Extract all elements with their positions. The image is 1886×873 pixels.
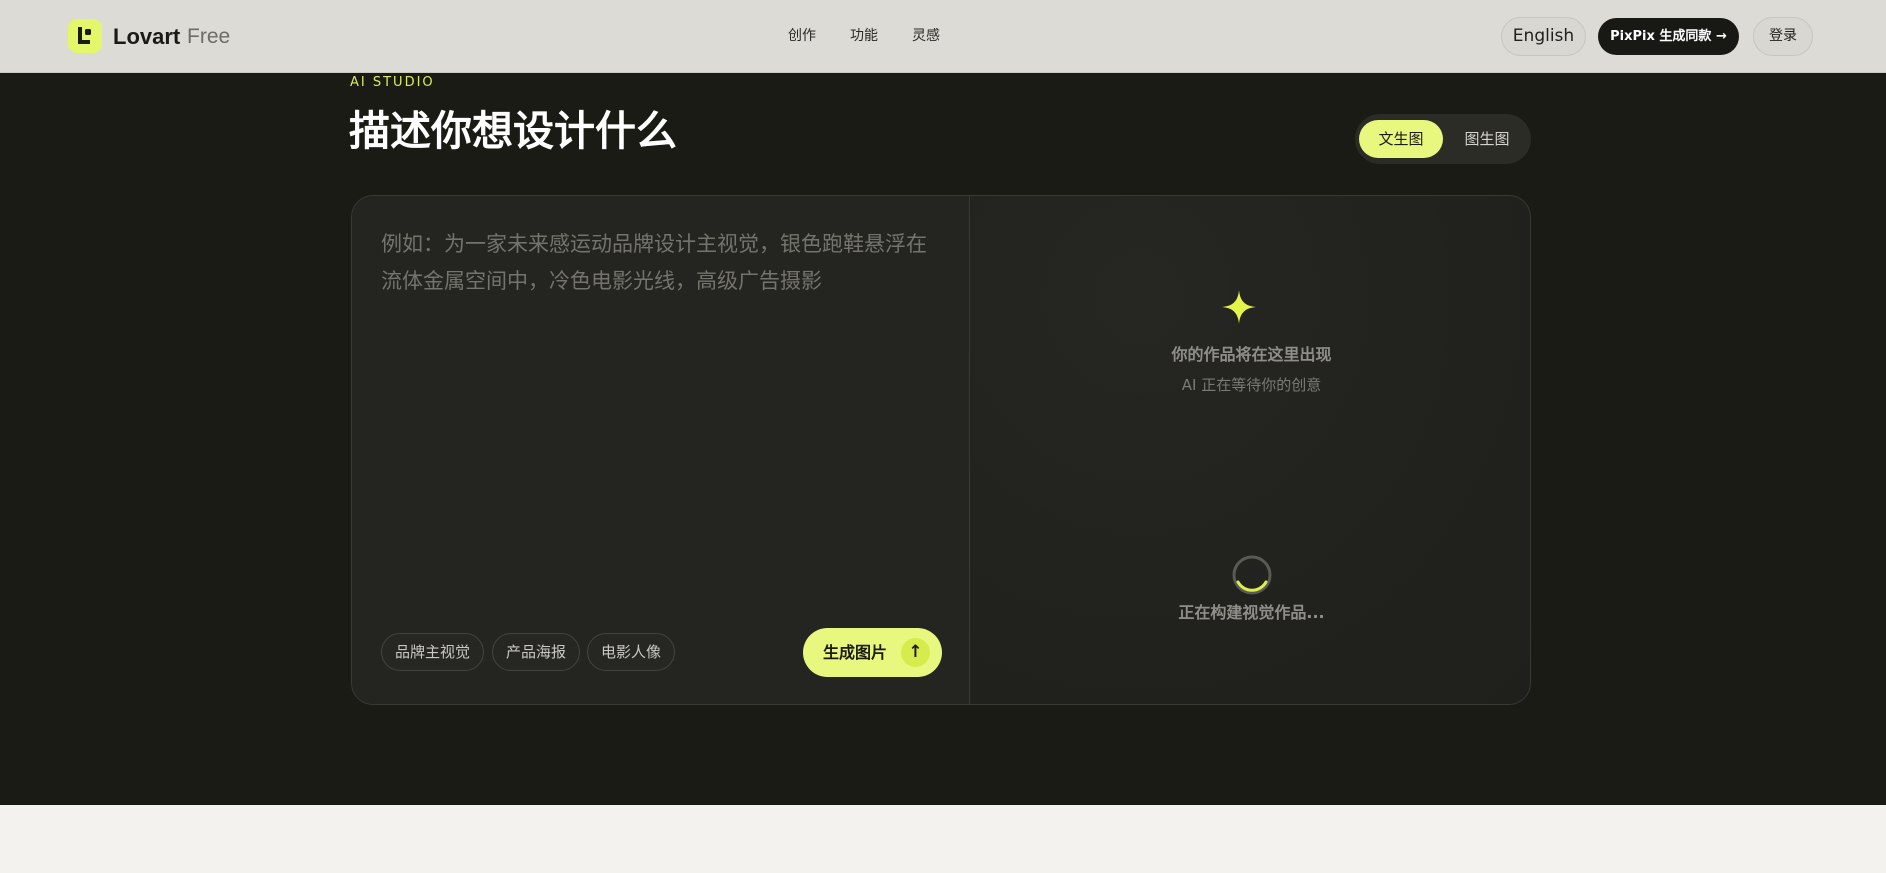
login-button[interactable]: 登录 (1753, 17, 1813, 56)
prompt-input[interactable] (381, 226, 946, 526)
nav-item-inspiration[interactable]: 灵感 (912, 27, 940, 45)
brand-plan-label: Free (187, 25, 231, 48)
sparkle-icon (1222, 290, 1256, 324)
studio-panel: 品牌主视觉 产品海报 电影人像 生成图片 ↑ 你的作品将在这里出现 AI 正在等… (351, 195, 1531, 705)
building-status-text: 正在构建视觉作品... (1178, 603, 1325, 622)
loading-spinner-icon (1232, 555, 1272, 595)
eyebrow-label: AI STUDIO (350, 75, 435, 90)
nav-item-features[interactable]: 功能 (850, 27, 878, 45)
chip-brand-visual[interactable]: 品牌主视觉 (381, 633, 484, 671)
mode-toggle: 文生图 图生图 (1355, 114, 1531, 164)
pixpix-cta-button[interactable]: PixPix 生成同款 → (1598, 18, 1739, 55)
hero-section: AI STUDIO 描述你想设计什么 文生图 图生图 品牌主视觉 产品海报 电影… (0, 73, 1886, 805)
language-button[interactable]: English (1501, 17, 1586, 56)
prompt-panel: 品牌主视觉 产品海报 电影人像 生成图片 ↑ (352, 196, 970, 704)
top-header: Lovart Free 创作 功能 灵感 English PixPix 生成同款… (0, 0, 1886, 73)
tab-image-to-image[interactable]: 图生图 (1447, 120, 1527, 158)
chip-film-portrait[interactable]: 电影人像 (587, 633, 675, 671)
output-panel: 你的作品将在这里出现 AI 正在等待你的创意 正在构建视觉作品... (971, 196, 1530, 704)
generate-button[interactable]: 生成图片 ↑ (803, 628, 942, 677)
tab-text-to-image[interactable]: 文生图 (1359, 120, 1443, 158)
nav-item-create[interactable]: 创作 (788, 27, 816, 45)
generate-button-label: 生成图片 (823, 643, 888, 662)
arrow-up-icon: ↑ (901, 638, 930, 667)
lovart-logo-icon[interactable] (68, 19, 102, 53)
output-placeholder-subtitle: AI 正在等待你的创意 (1181, 376, 1322, 394)
page-title: 描述你想设计什么 (349, 107, 677, 155)
chip-product-poster[interactable]: 产品海报 (492, 633, 580, 671)
output-placeholder-title: 你的作品将在这里出现 (1171, 345, 1332, 364)
brand-name[interactable]: Lovart (113, 24, 180, 50)
